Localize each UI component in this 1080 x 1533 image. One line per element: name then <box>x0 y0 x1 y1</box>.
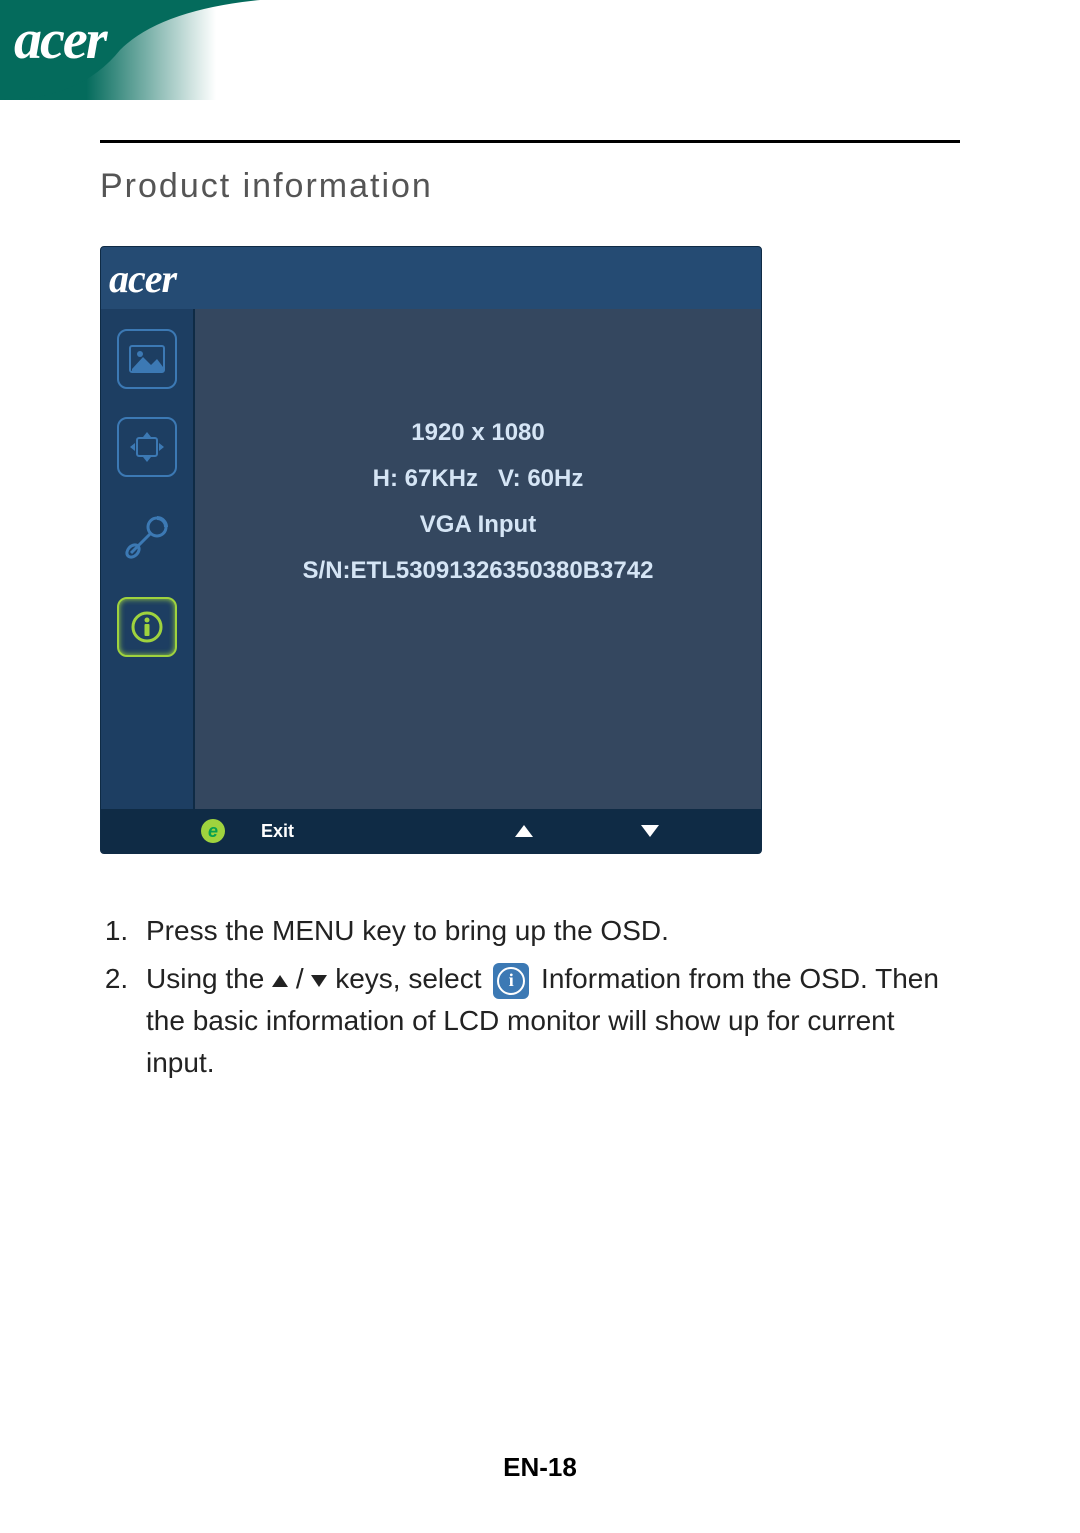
osd-bottom-bar: e Exit <box>101 809 761 853</box>
empowering-icon[interactable]: e <box>201 819 225 843</box>
info-serial: S/N:ETL53091326350380B3742 <box>303 557 654 585</box>
horizontal-rule <box>100 140 960 143</box>
info-frequency: H: 67KHz V: 60Hz <box>373 465 584 493</box>
osd-exit-label[interactable]: Exit <box>261 821 294 842</box>
instruction-step-2: Using the / keys, select i Information f… <box>136 958 960 1084</box>
osd-sidebar <box>101 309 195 809</box>
settings-icon[interactable] <box>115 505 179 569</box>
osd-up-arrow-icon[interactable] <box>515 825 533 837</box>
step2-text-a: Using the <box>146 963 272 994</box>
osd-body: 1920 x 1080 H: 67KHz V: 60Hz VGA Input S… <box>101 309 761 809</box>
page-content: Product information acer 1920 <box>100 140 960 1090</box>
info-resolution: 1920 x 1080 <box>411 419 544 447</box>
osd-screenshot: acer 1920 x 1080 H: 67KHz V: 60Hz <box>100 246 762 854</box>
info-badge-icon: i <box>493 963 529 999</box>
picture-icon[interactable] <box>117 329 177 389</box>
info-input: VGA Input <box>420 511 536 539</box>
position-icon[interactable] <box>117 417 177 477</box>
osd-logo: acer <box>109 255 176 302</box>
step2-text-b: / <box>288 963 311 994</box>
down-arrow-icon <box>311 975 327 987</box>
information-icon[interactable] <box>117 597 177 657</box>
page-number: EN-18 <box>0 1452 1080 1483</box>
instruction-step-1: Press the MENU key to bring up the OSD. <box>136 910 960 952</box>
osd-info-panel: 1920 x 1080 H: 67KHz V: 60Hz VGA Input S… <box>195 309 761 809</box>
up-arrow-icon <box>272 975 288 987</box>
step2-text-c: keys, select <box>327 963 489 994</box>
instruction-list: Press the MENU key to bring up the OSD. … <box>100 910 960 1084</box>
osd-title-bar: acer <box>101 247 761 309</box>
osd-down-arrow-icon[interactable] <box>641 825 659 837</box>
section-title: Product information <box>100 167 960 206</box>
page-header: acer <box>0 0 1080 100</box>
brand-logo: acer <box>14 8 106 72</box>
step1-text: Press the MENU key to bring up the OSD. <box>146 915 669 946</box>
